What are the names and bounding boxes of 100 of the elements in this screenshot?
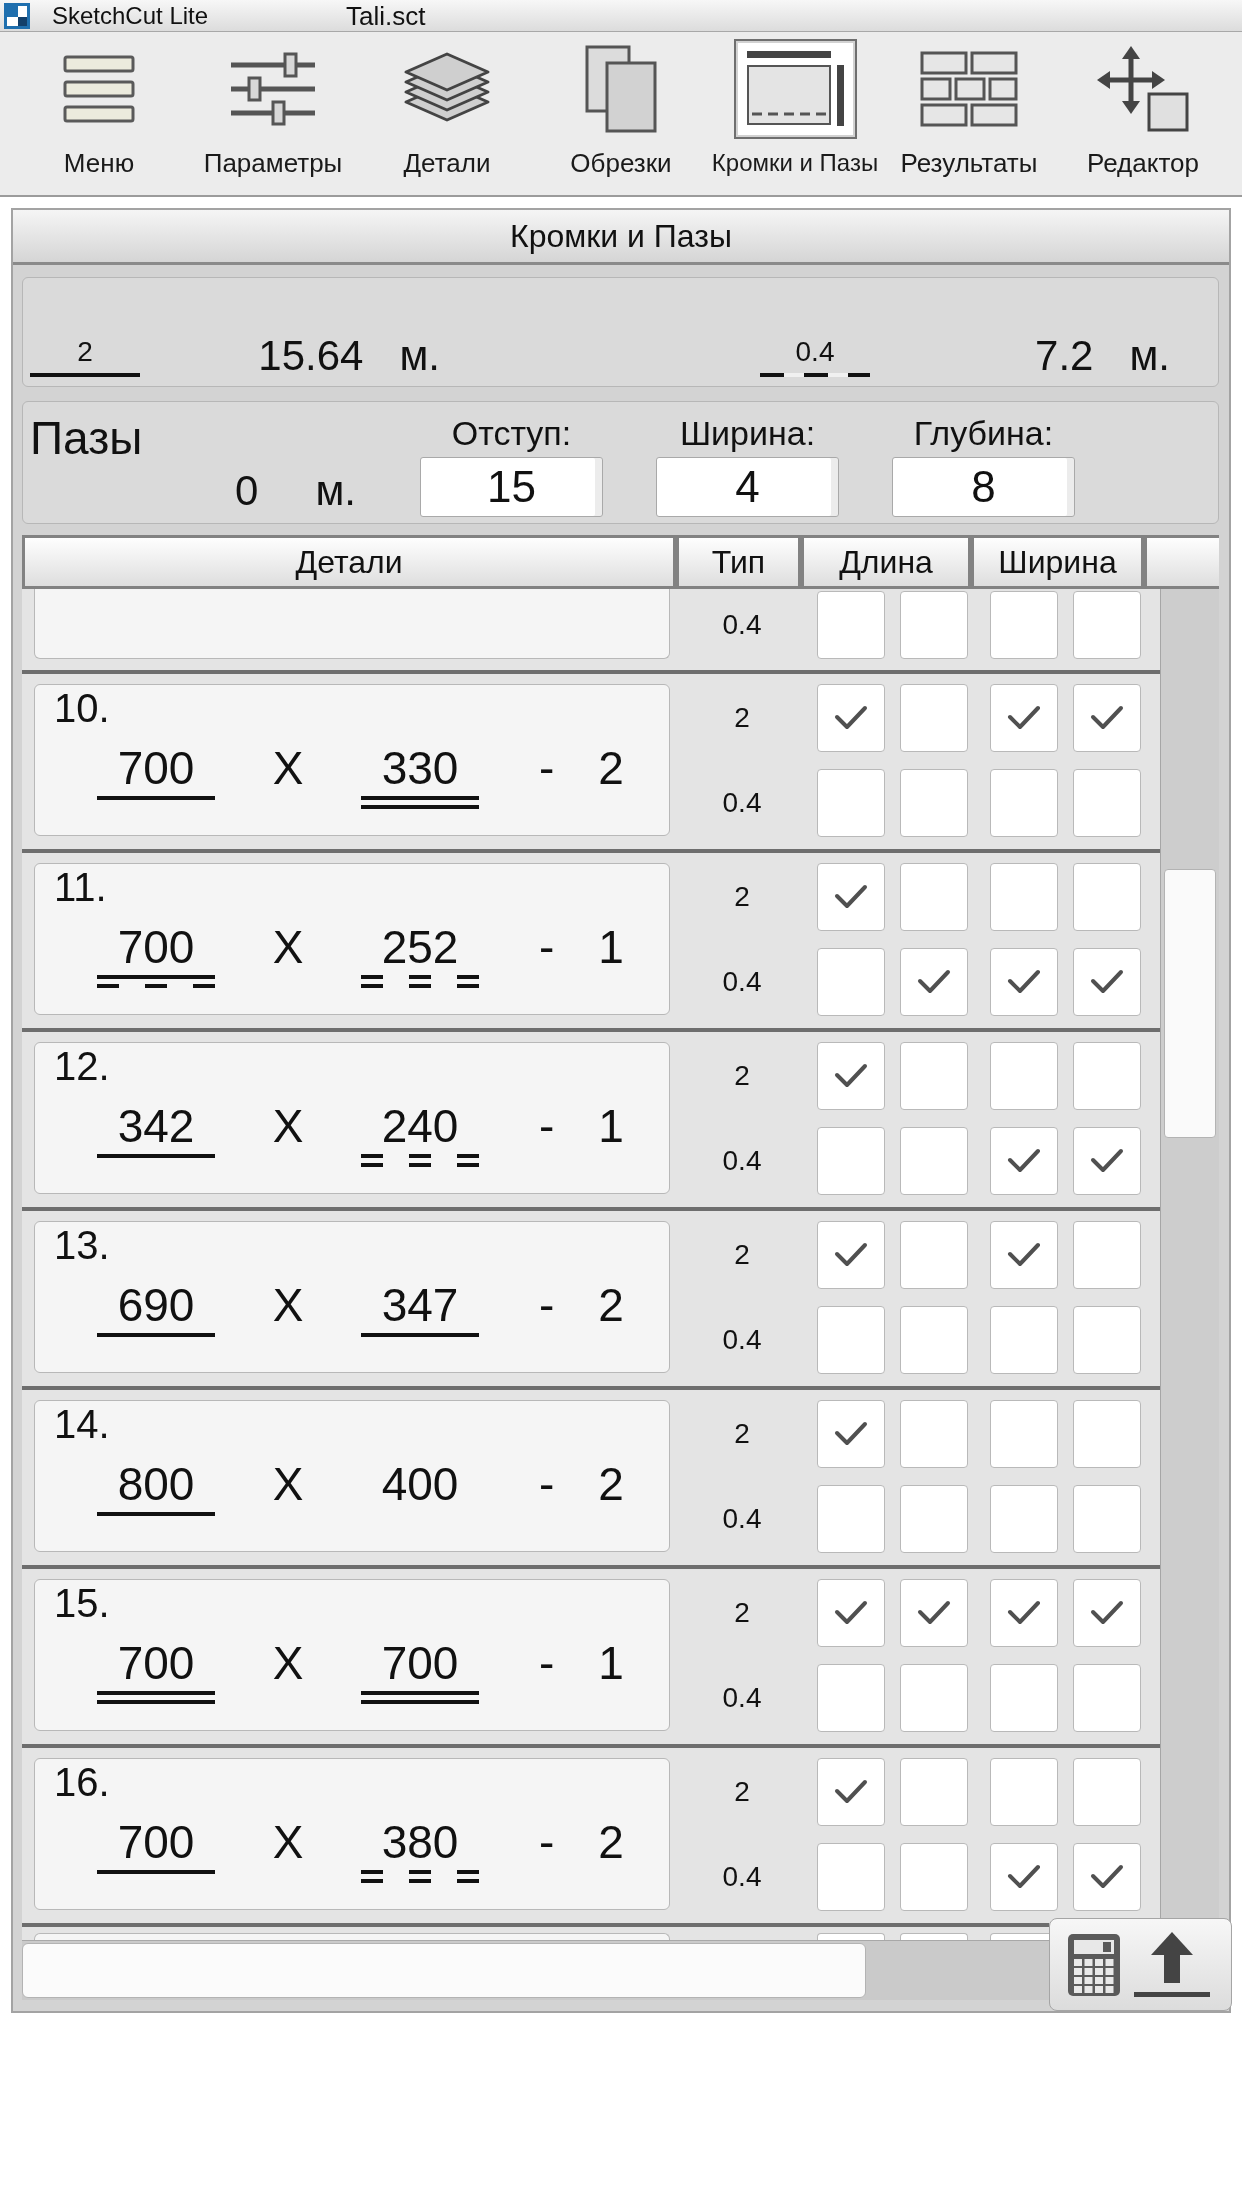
checkmark-icon: [1007, 705, 1041, 731]
upload-button[interactable]: [1134, 1931, 1210, 1998]
checkbox[interactable]: [900, 1400, 968, 1468]
checkbox[interactable]: [817, 1127, 885, 1195]
text-field[interactable]: 15: [420, 457, 603, 517]
checkbox[interactable]: [1073, 1221, 1141, 1289]
checkbox[interactable]: [1073, 769, 1141, 837]
checkbox[interactable]: [900, 1306, 968, 1374]
dimension-value: 380: [381, 1819, 459, 1865]
edged-panel-icon: [733, 39, 857, 139]
checkbox[interactable]: [900, 1221, 968, 1289]
checkbox[interactable]: [900, 591, 968, 659]
toolbar-button[interactable]: Редактор: [1056, 32, 1230, 195]
checkmark-icon: [1007, 1864, 1041, 1890]
checkbox[interactable]: [900, 863, 968, 931]
checkbox[interactable]: [817, 769, 885, 837]
checkbox[interactable]: [1073, 948, 1141, 1016]
checkbox[interactable]: [900, 1843, 968, 1911]
checkbox[interactable]: [817, 1579, 885, 1647]
toolbar-button[interactable]: Кромки и Пазы: [708, 32, 882, 195]
checkbox[interactable]: [990, 1042, 1058, 1110]
text-field[interactable]: 4: [656, 457, 839, 517]
checkbox[interactable]: [817, 1758, 885, 1826]
checkbox[interactable]: [817, 1221, 885, 1289]
toolbar-button[interactable]: Обрезки: [534, 32, 708, 195]
checkbox[interactable]: [900, 1042, 968, 1110]
checkbox[interactable]: [817, 948, 885, 1016]
vertical-scrollbar[interactable]: [1160, 589, 1219, 1918]
checkbox[interactable]: [990, 1843, 1058, 1911]
dimension-value: 342: [117, 1103, 195, 1149]
checkbox[interactable]: [817, 1664, 885, 1732]
checkbox[interactable]: [1073, 1664, 1141, 1732]
checkbox[interactable]: [990, 1306, 1058, 1374]
checkbox[interactable]: [900, 1758, 968, 1826]
checkbox[interactable]: [1073, 1485, 1141, 1553]
checkbox[interactable]: [990, 1758, 1058, 1826]
edge-length-total: 7.2: [1035, 335, 1094, 377]
checkmark-icon: [1007, 1242, 1041, 1268]
checkbox[interactable]: [1073, 591, 1141, 659]
checkbox[interactable]: [1073, 684, 1141, 752]
checkbox[interactable]: [990, 1400, 1058, 1468]
checkbox[interactable]: [817, 684, 885, 752]
toolbar-button[interactable]: Меню: [12, 32, 186, 195]
checkbox[interactable]: [900, 948, 968, 1016]
dash-sign: -: [539, 1640, 555, 1686]
row-number: 14.: [54, 1404, 110, 1444]
checkbox[interactable]: [990, 1664, 1058, 1732]
sliders-icon: [229, 51, 317, 127]
checkbox[interactable]: [990, 1579, 1058, 1647]
checkbox[interactable]: [817, 1485, 885, 1553]
checkbox[interactable]: [1073, 1042, 1141, 1110]
checkbox[interactable]: [990, 1221, 1058, 1289]
checkbox[interactable]: [817, 591, 885, 659]
toolbar-button[interactable]: Результаты: [882, 32, 1056, 195]
checkbox[interactable]: [990, 769, 1058, 837]
checkbox[interactable]: [900, 1579, 968, 1647]
scrollbar-thumb[interactable]: [22, 1943, 866, 1998]
checkbox[interactable]: [1073, 1843, 1141, 1911]
checkbox[interactable]: [900, 1485, 968, 1553]
checkbox[interactable]: [817, 1400, 885, 1468]
horizontal-scrollbar[interactable]: [22, 1940, 1049, 2000]
checkbox[interactable]: [990, 863, 1058, 931]
checkbox[interactable]: [990, 684, 1058, 752]
checkbox[interactable]: [1073, 863, 1141, 931]
dash-sign: -: [539, 1819, 555, 1865]
dimension-value: 800: [117, 1461, 195, 1507]
calculator-button[interactable]: [1067, 1932, 1121, 1997]
checkmark-icon: [1090, 705, 1124, 731]
checkbox[interactable]: [990, 591, 1058, 659]
toolbar-button[interactable]: Детали: [360, 32, 534, 195]
checkbox[interactable]: [990, 1127, 1058, 1195]
checkbox[interactable]: [817, 1843, 885, 1911]
edge-type-label: 0.4: [722, 611, 762, 639]
edge-type-label: 0.4: [722, 1684, 762, 1712]
quantity: 1: [598, 924, 624, 970]
checkmark-icon: [917, 1600, 951, 1626]
checkbox[interactable]: [817, 1042, 885, 1110]
checkbox[interactable]: [990, 948, 1058, 1016]
checkbox[interactable]: [1073, 1400, 1141, 1468]
edge-type-label: 0.4: [722, 1505, 762, 1533]
checkbox[interactable]: [1073, 1306, 1141, 1374]
dash-sign: -: [539, 1103, 555, 1149]
checkbox[interactable]: [900, 1664, 968, 1732]
menu-icon: [63, 55, 135, 123]
dimension-value: 700: [381, 1640, 459, 1686]
row-number: 12.: [54, 1046, 110, 1086]
toolbar-button[interactable]: Параметры: [186, 32, 360, 195]
checkbox[interactable]: [1073, 1127, 1141, 1195]
checkbox[interactable]: [1073, 1579, 1141, 1647]
checkbox[interactable]: [900, 1127, 968, 1195]
checkbox[interactable]: [900, 769, 968, 837]
checkbox[interactable]: [817, 1306, 885, 1374]
column-header: Ширина: [974, 538, 1141, 586]
checkbox[interactable]: [900, 684, 968, 752]
text-field[interactable]: 8: [892, 457, 1075, 517]
checkbox[interactable]: [1073, 1758, 1141, 1826]
checkbox[interactable]: [990, 1485, 1058, 1553]
field-label: Ширина:: [679, 416, 816, 450]
checkbox[interactable]: [817, 863, 885, 931]
scrollbar-thumb[interactable]: [1164, 869, 1216, 1138]
